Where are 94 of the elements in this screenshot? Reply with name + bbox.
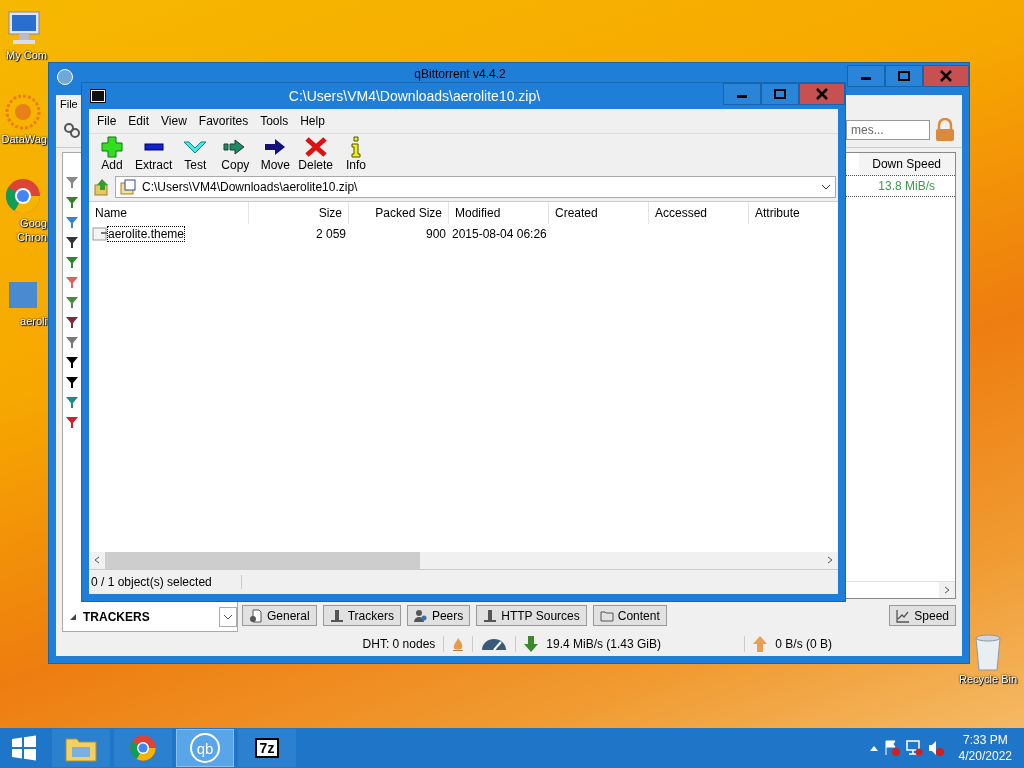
toolbar-button[interactable]: Extract — [133, 136, 175, 172]
collapse-icon[interactable] — [69, 613, 77, 621]
document-gear-icon — [249, 608, 263, 623]
toolbar-button[interactable]: Move — [256, 136, 295, 172]
archive-icon — [120, 179, 136, 195]
speedometer-icon[interactable] — [481, 638, 508, 650]
column-header[interactable]: Created — [549, 202, 649, 224]
file-icon — [92, 227, 108, 241]
lock-icon[interactable] — [934, 118, 956, 142]
table-cell: 2015-08-04 06:26 — [452, 227, 547, 241]
tab[interactable]: HTTP Sources — [476, 605, 587, 626]
network-icon[interactable] — [904, 739, 923, 757]
link-icon[interactable] — [62, 120, 82, 140]
people-icon — [413, 608, 428, 623]
scrollbar-thumb[interactable] — [105, 552, 420, 569]
speed-tab[interactable]: Speed — [889, 605, 956, 626]
tab[interactable]: Trackers — [322, 605, 401, 626]
menu-item[interactable]: View — [155, 112, 193, 130]
upload-speed: 0 B/s (0 B) — [775, 637, 832, 651]
sidebar-section-header[interactable]: TRACKERS — [83, 610, 150, 624]
column-header[interactable]: Down Speed — [859, 153, 955, 175]
maximize-button[interactable] — [761, 83, 799, 105]
dropdown-button[interactable] — [219, 607, 237, 627]
toolbar-button[interactable]: Copy — [216, 136, 255, 172]
filter-icon[interactable] — [65, 315, 79, 329]
status-text: 0 / 1 object(s) selected — [89, 575, 242, 589]
filter-icon[interactable] — [65, 235, 79, 249]
scroll-right-button[interactable] — [939, 582, 955, 598]
line-chart-icon — [896, 608, 911, 623]
menu-item[interactable]: Help — [294, 112, 331, 130]
column-header[interactable]: Size — [249, 202, 349, 224]
toolbar-button[interactable]: Info — [337, 136, 376, 172]
caret-down-icon — [223, 614, 233, 620]
taskbar-app-button[interactable] — [52, 729, 110, 767]
delete-icon — [303, 136, 328, 158]
maximize-icon — [774, 89, 786, 99]
maximize-icon — [898, 71, 910, 81]
minimize-button[interactable] — [847, 65, 885, 87]
menu-item[interactable]: File — [91, 112, 123, 130]
download-arrow-icon — [524, 636, 539, 652]
column-header[interactable]: Name — [89, 202, 249, 224]
window-title: C:\Users\VM4\Downloads\aerolite10.zip\ — [287, 88, 542, 104]
download-speed: 19.4 MiB/s (1.43 GiB) — [546, 637, 663, 651]
tab[interactable]: General — [242, 605, 317, 626]
menu-item[interactable]: Tools — [254, 112, 295, 130]
tab[interactable]: Peers — [406, 605, 471, 626]
speaker-muted-icon[interactable] — [926, 739, 945, 757]
caret-right-icon — [944, 586, 950, 594]
filter-icon[interactable] — [65, 375, 79, 389]
chrome-icon — [128, 733, 158, 763]
caret-right-icon — [827, 556, 833, 564]
caret-up-icon[interactable] — [868, 744, 879, 752]
column-header[interactable]: Accessed — [649, 202, 749, 224]
column-header[interactable]: Attribute — [749, 202, 838, 224]
taskbar-app-button[interactable]: 7z — [238, 729, 296, 767]
column-header[interactable]: Packed Size — [349, 202, 449, 224]
table-cell[interactable]: aerolite.theme — [108, 227, 185, 241]
menu-item[interactable]: File — [58, 98, 80, 113]
menu-item[interactable]: Edit — [122, 112, 156, 130]
minimize-button[interactable] — [723, 83, 761, 105]
close-icon — [816, 88, 828, 100]
toolbar-button[interactable]: Test — [176, 136, 215, 172]
address-field[interactable]: C:\Users\VM4\Downloads\aerolite10.zip\ — [115, 176, 836, 198]
dht-status: DHT: 0 nodes — [362, 637, 436, 651]
tab[interactable]: Content — [592, 605, 667, 626]
column-header[interactable]: Modified — [449, 202, 549, 224]
taskbar-app-button[interactable] — [114, 729, 172, 767]
window-title: qBittorrent v4.4.2 — [413, 66, 507, 81]
close-button[interactable] — [923, 65, 969, 87]
close-icon — [940, 70, 952, 82]
maximize-button[interactable] — [885, 65, 923, 87]
server-icon — [329, 608, 344, 623]
upload-arrow-icon — [753, 636, 768, 652]
folder-icon — [599, 608, 614, 623]
search-field[interactable]: mes... — [846, 120, 930, 140]
toolbar-button[interactable]: Add — [93, 136, 131, 172]
table-cell: 2 059 — [315, 227, 346, 241]
app-logo-icon — [57, 69, 73, 85]
menu-item[interactable]: Favorites — [192, 112, 255, 130]
toolbar-button[interactable]: Delete — [296, 136, 336, 172]
server-icon — [483, 608, 498, 623]
folder-up-icon[interactable] — [93, 178, 111, 196]
close-button[interactable] — [799, 83, 845, 105]
add-icon — [100, 136, 124, 158]
filter-icon[interactable] — [65, 355, 79, 369]
chrome-icon[interactable] — [3, 176, 43, 216]
flame-icon[interactable] — [452, 637, 465, 651]
windows-logo-icon — [11, 735, 37, 761]
app-logo-icon — [90, 89, 106, 103]
flag-icon[interactable] — [882, 739, 901, 757]
table-cell: 900 — [425, 227, 446, 241]
clock[interactable]: 7:33 PM 4/20/2022 — [958, 732, 1012, 764]
table-cell-text: 13.8 MiB/s — [878, 179, 936, 193]
caret-left-icon — [94, 556, 100, 564]
